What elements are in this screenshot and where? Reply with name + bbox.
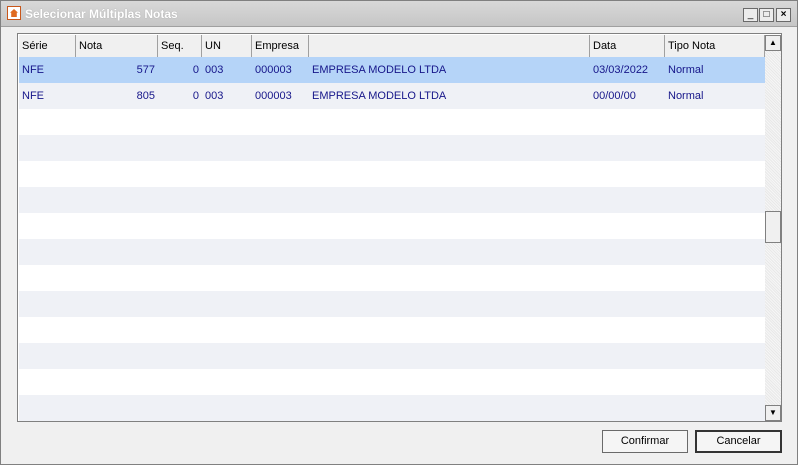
confirm-button[interactable]: Confirmar <box>602 430 688 453</box>
column-header-empresa[interactable]: Empresa <box>252 35 309 57</box>
window-title: Selecionar Múltiplas Notas <box>25 7 178 21</box>
close-button[interactable]: × <box>776 8 791 22</box>
column-header-nota[interactable]: Nota <box>76 35 158 57</box>
column-header-data[interactable]: Data <box>590 35 665 57</box>
cell-nome: EMPRESA MODELO LTDA <box>312 64 447 76</box>
column-header-serie[interactable]: Série <box>19 35 76 57</box>
table-row[interactable]: NFE 805 0 003 000003 EMPRESA MODELO LTDA… <box>19 83 765 109</box>
notes-grid[interactable]: Série Nota Seq. UN Empresa Data Tipo Not… <box>17 33 782 422</box>
empty-row <box>19 369 765 395</box>
empty-row <box>19 317 765 343</box>
cell-data: 03/03/2022 <box>593 64 649 76</box>
empty-row <box>19 187 765 213</box>
cell-seq: 0 <box>192 64 199 76</box>
empty-row <box>19 265 765 291</box>
scrollbar-thumb[interactable] <box>765 211 781 243</box>
cancel-button[interactable]: Cancelar <box>695 430 782 453</box>
table-row[interactable]: NFE 577 0 003 000003 EMPRESA MODELO LTDA… <box>19 57 765 83</box>
maximize-button[interactable]: □ <box>759 8 774 22</box>
cell-serie: NFE <box>22 90 44 102</box>
empty-row <box>19 161 765 187</box>
dialog-window: Selecionar Múltiplas Notas _ □ × Série N… <box>0 0 798 465</box>
cell-tipo-nota: Normal <box>668 64 704 76</box>
column-header-nome[interactable] <box>309 35 590 57</box>
empty-row <box>19 343 765 369</box>
cell-empresa: 000003 <box>255 90 292 102</box>
empty-row <box>19 395 765 421</box>
cell-serie: NFE <box>22 64 44 76</box>
empty-row <box>19 109 765 135</box>
column-header-un[interactable]: UN <box>202 35 252 57</box>
scroll-down-arrow-icon[interactable]: ▼ <box>765 405 781 421</box>
grid-rows: NFE 577 0 003 000003 EMPRESA MODELO LTDA… <box>19 57 765 421</box>
scroll-up-arrow-icon[interactable]: ▲ <box>765 35 781 51</box>
column-header-seq[interactable]: Seq. <box>158 35 202 57</box>
cell-data: 00/00/00 <box>593 90 636 102</box>
cell-un: 003 <box>205 64 224 76</box>
empty-row <box>19 213 765 239</box>
cell-nota: 577 <box>136 64 155 76</box>
cell-tipo-nota: Normal <box>668 90 704 102</box>
cell-un: 003 <box>205 90 224 102</box>
empty-row <box>19 291 765 317</box>
grid-header: Série Nota Seq. UN Empresa Data Tipo Not… <box>19 35 765 58</box>
vertical-scrollbar[interactable]: ▲ ▼ <box>765 35 781 421</box>
column-header-tipo-nota[interactable]: Tipo Nota <box>665 35 765 57</box>
minimize-button[interactable]: _ <box>743 8 758 22</box>
title-bar[interactable]: Selecionar Múltiplas Notas _ □ × <box>1 1 797 27</box>
cell-seq: 0 <box>192 90 199 102</box>
app-home-icon <box>7 6 21 20</box>
cell-empresa: 000003 <box>255 64 292 76</box>
empty-row <box>19 135 765 161</box>
cell-nome: EMPRESA MODELO LTDA <box>312 90 447 102</box>
empty-row <box>19 239 765 265</box>
cell-nota: 805 <box>136 90 155 102</box>
